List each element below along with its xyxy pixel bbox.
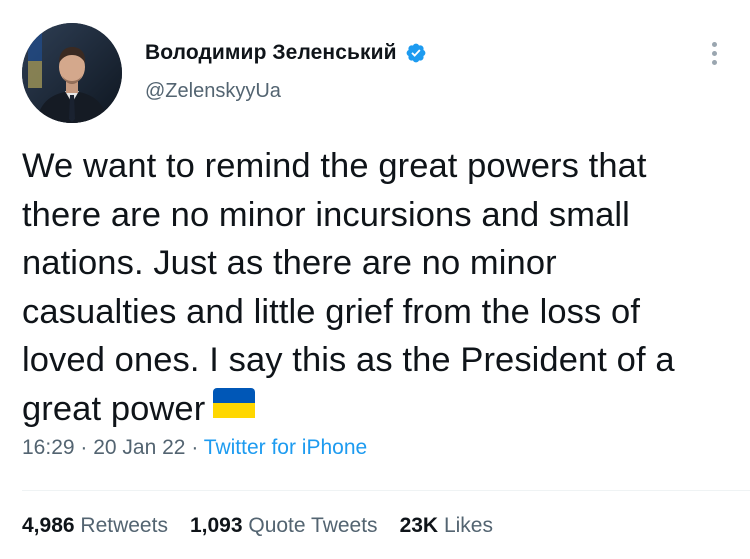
display-name[interactable]: Володимир Зеленський [145,41,397,65]
tweet-line: loved ones. I say this as the President … [22,341,675,379]
tweet-text: We want to remind the great powers that … [22,142,737,433]
avatar-image [22,23,122,123]
tweet-meta: 16:29 · 20 Jan 22 · Twitter for iPhone [22,436,367,460]
ukraine-flag-icon [213,383,256,432]
divider [22,490,750,491]
retweets-label: Retweets [80,514,168,537]
author-name-row: Володимир Зеленський [145,38,427,68]
tweet-line-last: great power [22,385,737,434]
likes-stat[interactable]: 23K Likes [400,514,493,538]
likes-count: 23K [399,514,439,537]
separator: · [74,436,94,459]
retweets-count: 4,986 [22,514,75,537]
tweet-time[interactable]: 16:29 [22,436,75,459]
tweet-line: great power [22,389,206,428]
tweet-line: We want to remind the great powers that [22,147,647,185]
tweet-card: Володимир Зеленський @ZelenskyyUa We wan… [0,0,750,559]
dot [711,50,717,56]
tweet-stats: 4,986 Retweets 1,093 Quote Tweets 23K Li… [22,514,515,538]
quote-tweets-count: 1,093 [189,514,243,537]
avatar[interactable] [22,23,122,123]
separator: · [185,436,204,459]
dot [711,41,717,47]
verified-badge-icon [405,42,427,64]
author-handle[interactable]: @ZelenskyyUa [145,80,281,103]
tweet-line: nations. Just as there are no minor [22,244,557,282]
dot [711,59,717,65]
quote-tweets-stat[interactable]: 1,093 Quote Tweets [190,514,378,538]
likes-label: Likes [443,514,493,537]
tweet-line: casualties and little grief from the los… [22,292,641,331]
more-options-icon[interactable] [702,38,726,68]
quote-tweets-label: Quote Tweets [248,514,378,537]
tweet-source-link[interactable]: Twitter for iPhone [204,436,367,459]
tweet-date[interactable]: 20 Jan 22 [93,436,185,459]
retweets-stat[interactable]: 4,986 Retweets [22,514,168,538]
tweet-line: there are no minor incursions and small [22,195,630,234]
